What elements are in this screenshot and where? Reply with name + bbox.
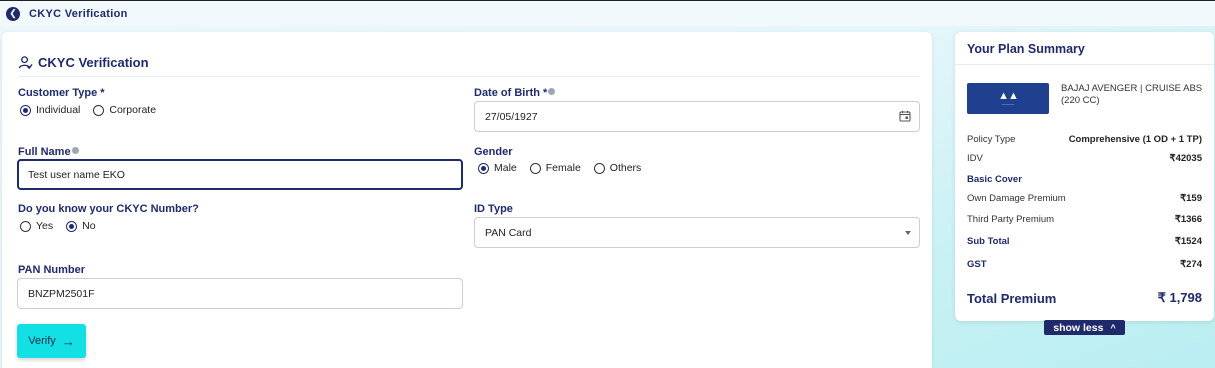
insurer-logo-wordmark: ———	[1002, 101, 1014, 106]
info-icon[interactable]	[548, 88, 556, 95]
show-less-label: show less	[1053, 321, 1104, 334]
radio-no[interactable]: No	[66, 220, 96, 232]
back-arrow-icon[interactable]: ❮	[6, 6, 20, 21]
sub-total-label: Sub Total	[967, 236, 1010, 247]
divider	[955, 64, 1214, 65]
gst-value: ₹274	[1180, 259, 1202, 270]
radio-yes[interactable]: Yes	[20, 220, 53, 232]
policy-type-label: Policy Type	[967, 134, 1016, 145]
user-verify-icon	[18, 56, 33, 70]
third-party-label: Third Party Premium	[967, 214, 1055, 225]
radio-label: Others	[609, 162, 642, 174]
idv-row: IDV ₹42035	[967, 153, 1202, 164]
radio-selected-icon[interactable]	[66, 220, 78, 232]
calendar-icon[interactable]	[899, 110, 911, 122]
pan-field[interactable]: BNZPM2501F	[17, 278, 463, 309]
full-name-label: Full Name	[18, 146, 79, 158]
radio-unselected-icon[interactable]	[529, 162, 541, 174]
dob-label: Date of Birth *	[474, 87, 556, 99]
id-type-value: PAN Card	[485, 226, 532, 239]
ckyc-form-card: CKYC Verification Customer Type * Indivi…	[2, 32, 932, 368]
total-premium-row: Total Premium ₹ 1,798	[967, 290, 1202, 306]
radio-individual[interactable]: Individual	[20, 104, 80, 116]
gst-label: GST	[967, 259, 987, 270]
verify-button[interactable]: Verify →	[17, 324, 86, 358]
insurer-logo: ▲▲ ———	[967, 83, 1049, 114]
section-header: CKYC Verification	[18, 55, 149, 70]
radio-unselected-icon[interactable]	[593, 162, 605, 174]
gender-label: Gender	[474, 146, 513, 158]
own-damage-row: Own Damage Premium ₹159	[967, 193, 1202, 204]
idv-value: ₹42035	[1169, 153, 1202, 164]
policy-type-row: Policy Type Comprehensive (1 OD + 1 TP)	[967, 134, 1202, 145]
full-name-field[interactable]: Test user name EKO	[17, 159, 463, 190]
gender-radio-group: Male Female Others	[478, 162, 654, 174]
third-party-row: Third Party Premium ₹1366	[967, 214, 1202, 225]
id-type-label: ID Type	[474, 203, 513, 215]
top-bar: ❮ CKYC Verification	[0, 0, 1215, 26]
plan-summary-card: Your Plan Summary ▲▲ ——— BAJAJ AVENGER |…	[955, 32, 1214, 321]
own-damage-value: ₹159	[1180, 193, 1202, 204]
id-type-select[interactable]: PAN Card	[474, 217, 920, 248]
radio-corporate[interactable]: Corporate	[93, 104, 156, 116]
radio-label: Male	[494, 162, 517, 174]
divider	[18, 76, 920, 77]
section-title: CKYC Verification	[38, 55, 149, 70]
customer-type-label: Customer Type *	[18, 87, 105, 99]
dob-field[interactable]: 27/05/1927	[474, 101, 920, 132]
plan-summary-title: Your Plan Summary	[967, 42, 1085, 56]
radio-label: Yes	[36, 220, 54, 232]
page-title: CKYC Verification	[29, 7, 128, 20]
customer-type-radio-group: Individual Corporate	[20, 104, 169, 116]
pan-label: PAN Number	[18, 264, 86, 276]
chevron-up-icon: ^	[1110, 322, 1116, 333]
radio-label: Individual	[36, 104, 81, 116]
arrow-right-icon: →	[61, 333, 75, 349]
ckyc-known-label: Do you know your CKYC Number?	[18, 203, 199, 215]
radio-label: Female	[545, 162, 581, 174]
total-premium-value: ₹ 1,798	[1157, 290, 1202, 305]
radio-others[interactable]: Others	[593, 162, 642, 174]
insurer-logo-mark: ▲▲	[998, 90, 1019, 102]
policy-type-value: Comprehensive (1 OD + 1 TP)	[1068, 134, 1202, 145]
radio-female[interactable]: Female	[529, 162, 581, 174]
dob-value: 27/05/1927	[485, 110, 538, 123]
radio-unselected-icon[interactable]	[20, 220, 31, 232]
total-premium-label: Total Premium	[967, 290, 1057, 306]
show-less-button[interactable]: show less ^	[1044, 320, 1125, 335]
pan-value: BNZPM2501F	[28, 287, 95, 300]
radio-male[interactable]: Male	[478, 162, 517, 174]
full-name-value: Test user name EKO	[28, 168, 125, 181]
third-party-value: ₹1366	[1174, 214, 1202, 225]
radio-label: No	[82, 220, 96, 232]
vehicle-name: BAJAJ AVENGER | CRUISE ABS (220 CC)	[1061, 83, 1203, 106]
basic-cover-heading: Basic Cover	[967, 174, 1022, 185]
radio-unselected-icon[interactable]	[93, 104, 105, 116]
own-damage-label: Own Damage Premium	[967, 193, 1066, 204]
sub-total-row: Sub Total ₹1524	[967, 236, 1202, 247]
ckyc-known-radio-group: Yes No	[20, 220, 109, 232]
chevron-down-icon[interactable]	[905, 231, 911, 235]
info-icon[interactable]	[71, 147, 79, 154]
idv-label: IDV	[967, 153, 983, 164]
verify-label: Verify	[28, 335, 56, 347]
radio-selected-icon[interactable]	[20, 104, 31, 116]
gst-row: GST ₹274	[967, 259, 1202, 270]
sub-total-value: ₹1524	[1174, 236, 1202, 247]
radio-selected-icon[interactable]	[478, 162, 489, 174]
radio-label: Corporate	[109, 104, 157, 116]
